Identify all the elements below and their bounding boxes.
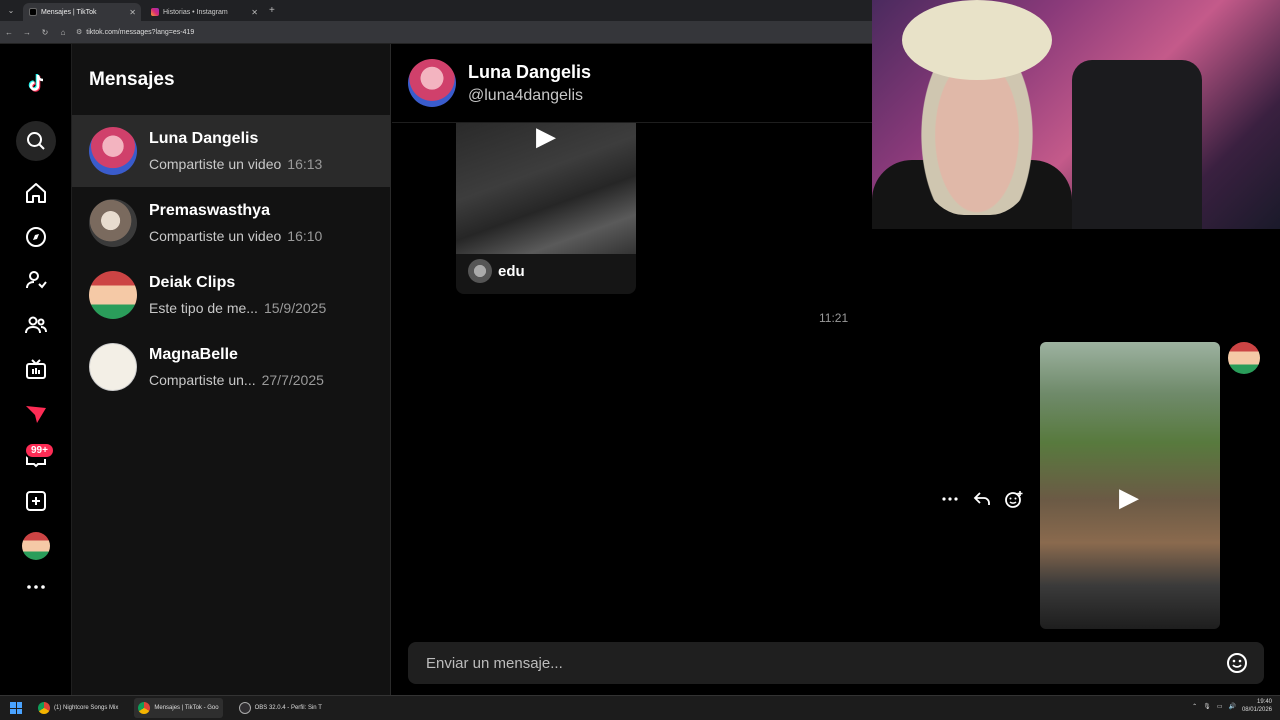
shared-video-card[interactable]: ▶ edu [456,123,636,294]
preview-text: Compartiste un... [149,372,256,388]
taskbar-app[interactable]: (1) Nightcore Songs Mix [34,698,122,718]
chevron-up-icon[interactable]: ⌃ [1192,703,1197,710]
message-input[interactable] [408,642,1208,684]
site-info-icon[interactable]: ⚙ [76,28,82,36]
more-icon[interactable] [16,567,56,607]
conversation-item[interactable]: Deiak Clips Este tipo de me... 15/9/2025 [72,259,391,331]
tiktok-logo-icon[interactable] [16,64,56,104]
forward-icon[interactable]: → [18,28,36,37]
webcam-overlay [872,0,1280,229]
tab-search-icon[interactable]: ⌄ [3,3,19,19]
avatar [89,127,137,175]
play-icon[interactable]: ▶ [536,123,556,152]
more-options-icon[interactable] [940,489,960,509]
video-thumbnail: ▶ [456,123,636,254]
microphone-icon[interactable]: 🎙 [1203,703,1211,710]
conversation-item[interactable]: Luna Dangelis Compartiste un video 16:13 [72,115,391,187]
live-icon[interactable] [16,349,56,389]
windows-start-icon[interactable] [10,702,22,714]
search-icon[interactable] [16,121,56,161]
left-nav: 99+ [0,44,72,695]
chat-contact-name[interactable]: Luna Dangelis [468,62,591,83]
play-icon[interactable]: ▶ [1119,482,1139,513]
taskbar-app[interactable]: Mensajes | TikTok - Goo [134,698,223,718]
conversation-time: 27/7/2025 [261,372,324,388]
conversation-name: MagnaBelle [149,346,238,363]
conversation-time: 16:10 [287,228,323,244]
new-tab-icon[interactable]: + [269,5,275,16]
emoji-icon[interactable] [1226,652,1248,674]
taskbar: (1) Nightcore Songs Mix Mensajes | TikTo… [0,695,1280,720]
taskbar-app-label: (1) Nightcore Songs Mix [54,705,119,711]
conversation-preview: Compartiste un... 27/7/2025 [149,372,324,388]
conversation-item[interactable]: Premaswasthya Compartiste un video 16:10 [72,187,391,259]
conversation-name: Luna Dangelis [149,130,259,147]
home-button-icon[interactable]: ⌂ [54,28,72,37]
tab-title: Mensajes | TikTok [41,8,97,16]
conversation-name: Deiak Clips [149,274,236,291]
message-composer [408,642,1264,684]
preview-text: Compartiste un video [149,228,282,244]
avatar [89,199,137,247]
profile-avatar[interactable] [22,532,50,560]
obs-icon [238,702,251,714]
conversation-preview: Compartiste un video 16:13 [149,156,322,172]
conversation-list: Mensajes Luna Dangelis Compartiste un vi… [72,44,391,695]
taskbar-app-label: OBS 32.0.4 - Perfil: Sin T [254,705,322,711]
video-author: edu [468,259,525,283]
upload-icon[interactable] [16,481,56,521]
friends-icon[interactable] [16,305,56,345]
taskbar-app-label: Mensajes | TikTok - Goo [154,705,219,711]
url-text: tiktok.com/messages?lang=es-419 [86,28,195,36]
chrome-icon [38,702,50,714]
browser-tab-instagram[interactable]: Historias • Instagram ✕ [145,3,263,21]
back-icon[interactable]: ← [0,28,18,37]
conversation-time: 16:13 [287,156,323,172]
url-field[interactable]: ⚙ tiktok.com/messages?lang=es-419 [76,28,195,37]
preview-text: Este tipo de me... [149,300,258,316]
conversation-name: Premaswasthya [149,202,270,219]
avatar [1228,342,1260,374]
sent-video[interactable]: ▶ [1040,342,1220,629]
message-timestamp: 11:21 [819,311,849,325]
chat-contact-handle: @luna4dangelis [468,87,583,104]
clock-date: 08/01/2026 [1241,707,1272,713]
browser-tab-tiktok[interactable]: Mensajes | TikTok ✕ [23,3,141,21]
avatar[interactable] [408,59,456,107]
tiktok-favicon-icon [29,8,37,16]
reload-icon[interactable]: ↻ [36,28,54,37]
page-title: Mensajes [89,69,175,90]
preview-text: Compartiste un video [149,156,282,172]
avatar [89,343,137,391]
inbox-badge: 99+ [24,442,55,459]
chrome-icon [138,702,151,714]
clock[interactable]: 19:40 08/01/2026 [1242,698,1272,714]
streamer-hair [902,0,1052,80]
instagram-favicon-icon [151,8,159,16]
close-tab-icon[interactable]: ✕ [251,8,258,17]
avatar [89,271,137,319]
system-tray: ⌃ 🎙 ▭ 🔊 19:40 08/01/2026 [1192,698,1272,714]
reply-icon[interactable] [972,489,992,509]
explore-icon[interactable] [16,217,56,257]
following-icon[interactable] [16,260,56,300]
network-icon[interactable]: ▭ [1217,703,1223,710]
home-icon[interactable] [16,173,56,213]
conversation-preview: Este tipo de me... 15/9/2025 [149,300,326,316]
conversation-item[interactable]: MagnaBelle Compartiste un... 27/7/2025 [72,331,391,403]
taskbar-app[interactable]: OBS 32.0.4 - Perfil: Sin T [235,698,326,718]
clock-time: 19:40 [1256,699,1272,705]
chair [1072,60,1202,229]
conversation-time: 15/9/2025 [263,300,327,316]
close-tab-icon[interactable]: ✕ [129,8,136,17]
volume-icon[interactable]: 🔊 [1228,703,1235,710]
video-author-name: edu [498,262,525,280]
avatar [468,259,492,283]
send-icon[interactable] [16,394,56,434]
react-emoji-icon[interactable] [1004,489,1024,509]
tab-title: Historias • Instagram [163,8,228,16]
message-actions [940,489,1024,509]
conversation-preview: Compartiste un video 16:10 [149,228,322,244]
